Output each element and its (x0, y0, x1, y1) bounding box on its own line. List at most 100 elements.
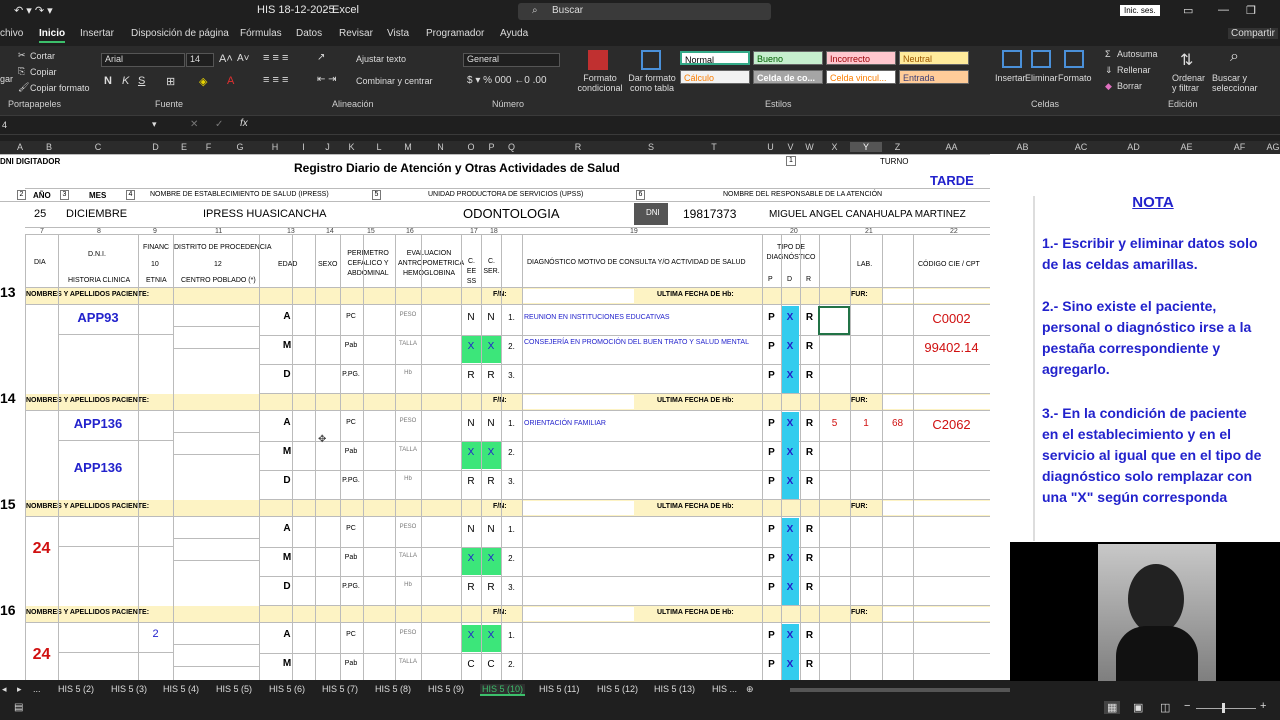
column-header-f[interactable]: F (195, 142, 222, 152)
cond-ees-value[interactable]: N (461, 418, 481, 429)
column-header-a[interactable]: A (0, 142, 40, 152)
sheet-tab[interactable]: HIS 5 (4) (163, 684, 199, 694)
tab-formulas[interactable]: Fórmulas (240, 28, 282, 39)
maximize-icon[interactable]: ❐ (1246, 4, 1256, 17)
sort-filter-icon[interactable]: ⇅ (1180, 50, 1193, 70)
enter-icon[interactable]: ✓ (215, 119, 223, 130)
find-select-button[interactable]: Buscar y seleccionar (1212, 73, 1272, 93)
wrap-text-button[interactable]: Ajustar texto (356, 54, 406, 64)
tipo-r[interactable]: R (800, 476, 819, 487)
tipo-r[interactable]: R (800, 659, 819, 670)
patient-name-row[interactable] (25, 288, 990, 304)
column-header-ad[interactable]: AD (1107, 142, 1160, 152)
selected-cell[interactable] (818, 306, 850, 335)
diagnostico-1[interactable]: ORIENTACIÓN FAMILIAR (524, 420, 762, 427)
patient-name-row[interactable] (25, 500, 990, 516)
cond-ees-value[interactable]: X (461, 553, 481, 564)
horizontal-scrollbar[interactable] (790, 688, 1010, 692)
column-header-ag[interactable]: AG (1266, 142, 1280, 152)
copy-icon[interactable]: ⎘ (18, 66, 25, 77)
tab-ayuda[interactable]: Ayuda (500, 28, 528, 39)
conditional-format-icon[interactable] (588, 50, 608, 70)
column-header-j[interactable]: J (315, 142, 340, 152)
page-break-icon[interactable]: ◫ (1160, 701, 1170, 714)
column-header-h[interactable]: H (258, 142, 292, 152)
tipo-p[interactable]: P (762, 370, 781, 381)
column-header-ac[interactable]: AC (1055, 142, 1107, 152)
delete-cells-button[interactable]: Eliminar (1025, 73, 1058, 83)
cond-ser-value[interactable]: R (481, 370, 501, 381)
fur-input[interactable] (882, 395, 990, 409)
find-icon[interactable]: ⌕ (1230, 48, 1239, 66)
tab-insertar[interactable]: Insertar (80, 28, 114, 39)
format-cells-icon[interactable] (1064, 50, 1084, 68)
column-header-w[interactable]: W (800, 142, 819, 152)
name-box-dropdown-icon[interactable]: ▾ (152, 119, 157, 130)
minimize-icon[interactable]: — (1218, 4, 1229, 16)
financiador-value[interactable]: 2 (138, 628, 173, 640)
ups-value[interactable]: ODONTOLOGIA (463, 206, 560, 221)
sort-filter-button[interactable]: Ordenar y filtrar (1172, 73, 1212, 93)
fill-color-icon[interactable]: ◈ (199, 75, 207, 88)
column-header-p[interactable]: P (482, 142, 501, 152)
sheet-tab[interactable]: HIS 5 (5) (216, 684, 252, 694)
cond-ees-value[interactable]: X (461, 630, 481, 641)
underline-button[interactable]: S (138, 75, 145, 87)
paste-button[interactable]: gar (0, 74, 13, 84)
column-header-o[interactable]: O (460, 142, 482, 152)
turno-value[interactable]: TARDE (930, 173, 974, 188)
currency-icon[interactable]: $ ▾ % 000 ←0 .00 (467, 75, 547, 86)
font-shrink-icon[interactable]: A˅ (237, 53, 250, 64)
conditional-format-button[interactable]: Formato condicional (570, 73, 630, 93)
sheet-tab[interactable]: HIS 5 (6) (269, 684, 305, 694)
column-header-aa[interactable]: AA (913, 142, 990, 152)
historia-clinica-value[interactable]: APP136 (58, 416, 138, 431)
column-header-ab[interactable]: AB (990, 142, 1055, 152)
table-format-button[interactable]: Dar formato como tabla (624, 73, 680, 93)
formula-input[interactable] (258, 119, 1278, 133)
font-color-icon[interactable]: A (227, 75, 234, 87)
cut-button[interactable]: Cortar (30, 51, 55, 61)
zoom-slider-thumb[interactable] (1222, 703, 1225, 713)
column-header-z[interactable]: Z (882, 142, 913, 152)
column-header-d[interactable]: D (138, 142, 173, 152)
insert-cells-icon[interactable] (1002, 50, 1022, 68)
tipo-p[interactable]: P (762, 418, 781, 429)
column-header-l[interactable]: L (363, 142, 395, 152)
patient-name-row[interactable] (25, 606, 990, 622)
tipo-r[interactable]: R (800, 447, 819, 458)
cond-ser-value[interactable]: R (481, 582, 501, 593)
responsable-value[interactable]: MIGUEL ANGEL CANAHUALPA MARTINEZ (769, 209, 966, 220)
style-calculo[interactable]: Cálculo (680, 70, 750, 84)
sheet-tab[interactable]: HIS 5 (7) (322, 684, 358, 694)
tipo-d[interactable]: X (781, 476, 799, 487)
clear-icon[interactable]: ◆ (1105, 81, 1112, 92)
column-header-u[interactable]: U (760, 142, 781, 152)
indent-icon[interactable]: ⇤ ⇥ (317, 74, 337, 85)
format-painter-icon[interactable]: 🖌 (18, 82, 29, 93)
zoom-slider[interactable] (1196, 708, 1256, 709)
copy-button[interactable]: Copiar (30, 67, 57, 77)
insert-cells-button[interactable]: Insertar (995, 73, 1026, 83)
column-header-e[interactable]: E (173, 142, 195, 152)
anio-value[interactable]: 25 (34, 208, 46, 220)
column-header-g[interactable]: G (222, 142, 258, 152)
table-format-icon[interactable] (641, 50, 661, 70)
cond-ees-value[interactable]: N (461, 524, 481, 535)
sheet-tab[interactable]: HIS 5 (11) (539, 684, 579, 694)
format-painter-button[interactable]: Copiar formato (30, 83, 90, 93)
tab-disposicion[interactable]: Disposición de página (131, 28, 229, 39)
cond-ser-value[interactable]: X (481, 630, 501, 641)
align-top-icon[interactable]: ≡ ≡ ≡ (263, 52, 288, 64)
lab-value[interactable]: 68 (882, 418, 913, 429)
tipo-d[interactable]: X (781, 370, 799, 381)
column-header-i[interactable]: I (292, 142, 315, 152)
cond-ser-value[interactable]: N (481, 524, 501, 535)
tipo-p[interactable]: P (762, 630, 781, 641)
column-header-t[interactable]: T (668, 142, 760, 152)
style-neutral[interactable]: Neutral (899, 51, 969, 65)
tab-programador[interactable]: Programador (426, 28, 484, 39)
dia-value[interactable]: 24 (25, 646, 58, 664)
fecha-nacimiento-input[interactable] (522, 395, 634, 409)
cie-code[interactable]: 99402.14 (913, 340, 990, 355)
